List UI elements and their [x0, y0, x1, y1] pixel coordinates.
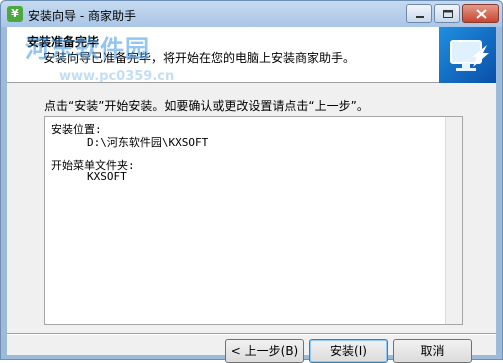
monitor-arrow-icon — [450, 40, 489, 71]
watermark-url: www.pc0359.cn — [59, 69, 175, 84]
back-button[interactable]: < 上一步(B) — [225, 339, 304, 363]
watermark-text: 河东软件园 — [25, 34, 150, 63]
close-button[interactable] — [462, 4, 499, 23]
instruction-text: 点击“安装”开始安装。如要确认或更改设置请点击“上一步”。 — [44, 99, 369, 113]
wizard-header: 安装准备完毕 安装向导已准备完毕，将开始在您的电脑上安装商家助手。 河东软件园 … — [7, 27, 496, 84]
title-bar[interactable]: ¥ 安装向导 - 商家助手 — [1, 1, 502, 27]
minimize-button[interactable] — [406, 4, 432, 23]
cancel-button[interactable]: 取消 — [393, 339, 472, 363]
installer-logo-icon — [439, 27, 496, 83]
installer-window: ¥ 安装向导 - 商家助手 安装准备完毕 安装向导已准备完毕，将开始在您的电脑上… — [0, 0, 503, 363]
maximize-button[interactable] — [434, 4, 460, 23]
window-title: 安装向导 - 商家助手 — [28, 9, 136, 23]
start-menu-value: KXSOFT — [87, 170, 127, 183]
install-button[interactable]: 安装(I) — [309, 339, 388, 363]
memo-scrollbar[interactable] — [445, 117, 462, 324]
maximize-icon — [443, 10, 453, 18]
close-icon — [476, 9, 487, 19]
minimize-icon — [416, 16, 424, 18]
yen-app-icon: ¥ — [7, 6, 23, 22]
install-location-value: D:\河东软件园\KXSOFT — [87, 136, 209, 149]
footer-divider — [7, 333, 496, 335]
wizard-client-area: 安装准备完毕 安装向导已准备完毕，将开始在您的电脑上安装商家助手。 河东软件园 … — [7, 27, 496, 363]
ready-memo[interactable]: 安装位置: D:\河东软件园\KXSOFT 开始菜单文件夹: KXSOFT — [44, 116, 463, 325]
